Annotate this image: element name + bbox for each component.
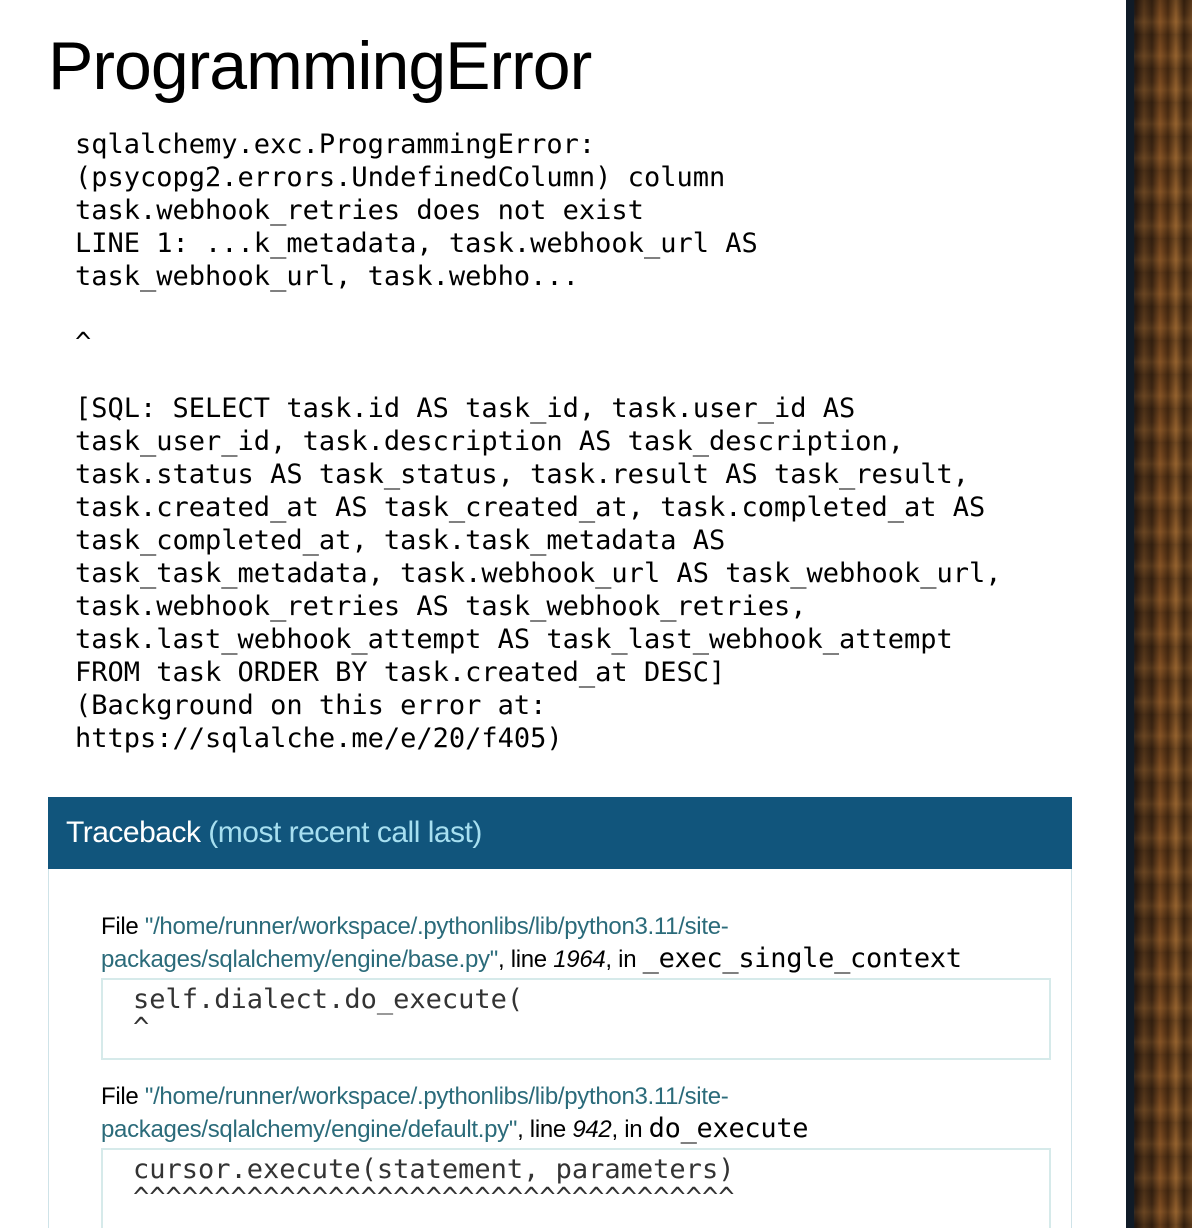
file-prefix: File [101,913,145,940]
frame-code: self.dialect.do_execute( ^ [133,984,524,1043]
frame-function: do_execute [648,1113,809,1144]
traceback-header: Traceback (most recent call last) [48,797,1072,869]
bark-texture [1126,0,1192,1228]
frame-lineno: 1964 [553,946,606,973]
frame-function: _exec_single_context [642,943,962,974]
frame-location: File "/home/runner/workspace/.pythonlibs… [101,911,1051,976]
frame-code-box[interactable]: cursor.execute(statement, parameters) ^^… [101,1148,1051,1228]
background-photo-strip [1126,0,1192,1228]
error-message: sqlalchemy.exc.ProgrammingError: (psycop… [75,129,1002,754]
frame-lineno: 942 [572,1116,612,1143]
in-label: , in [605,946,643,973]
file-prefix: File [101,1083,145,1110]
in-label: , in [611,1116,649,1143]
line-label: , line [497,946,554,973]
frame-code-box[interactable]: self.dialect.do_execute( ^ [101,978,1051,1060]
frame-location: File "/home/runner/workspace/.pythonlibs… [101,1081,1051,1146]
frame-code: cursor.execute(statement, parameters) ^^… [133,1154,735,1213]
line-label: , line [517,1116,573,1143]
traceback-frame: File "/home/runner/workspace/.pythonlibs… [101,911,1051,1060]
traceback-subtitle: (most recent call last) [208,816,482,849]
traceback-frame: File "/home/runner/workspace/.pythonlibs… [101,1081,1051,1228]
page-title: ProgrammingError [48,28,592,104]
traceback-title: Traceback [66,816,201,849]
dark-edge [1126,0,1134,1228]
traceback-panel: Traceback (most recent call last) File "… [48,797,1072,1228]
traceback-body: File "/home/runner/workspace/.pythonlibs… [48,869,1072,1228]
